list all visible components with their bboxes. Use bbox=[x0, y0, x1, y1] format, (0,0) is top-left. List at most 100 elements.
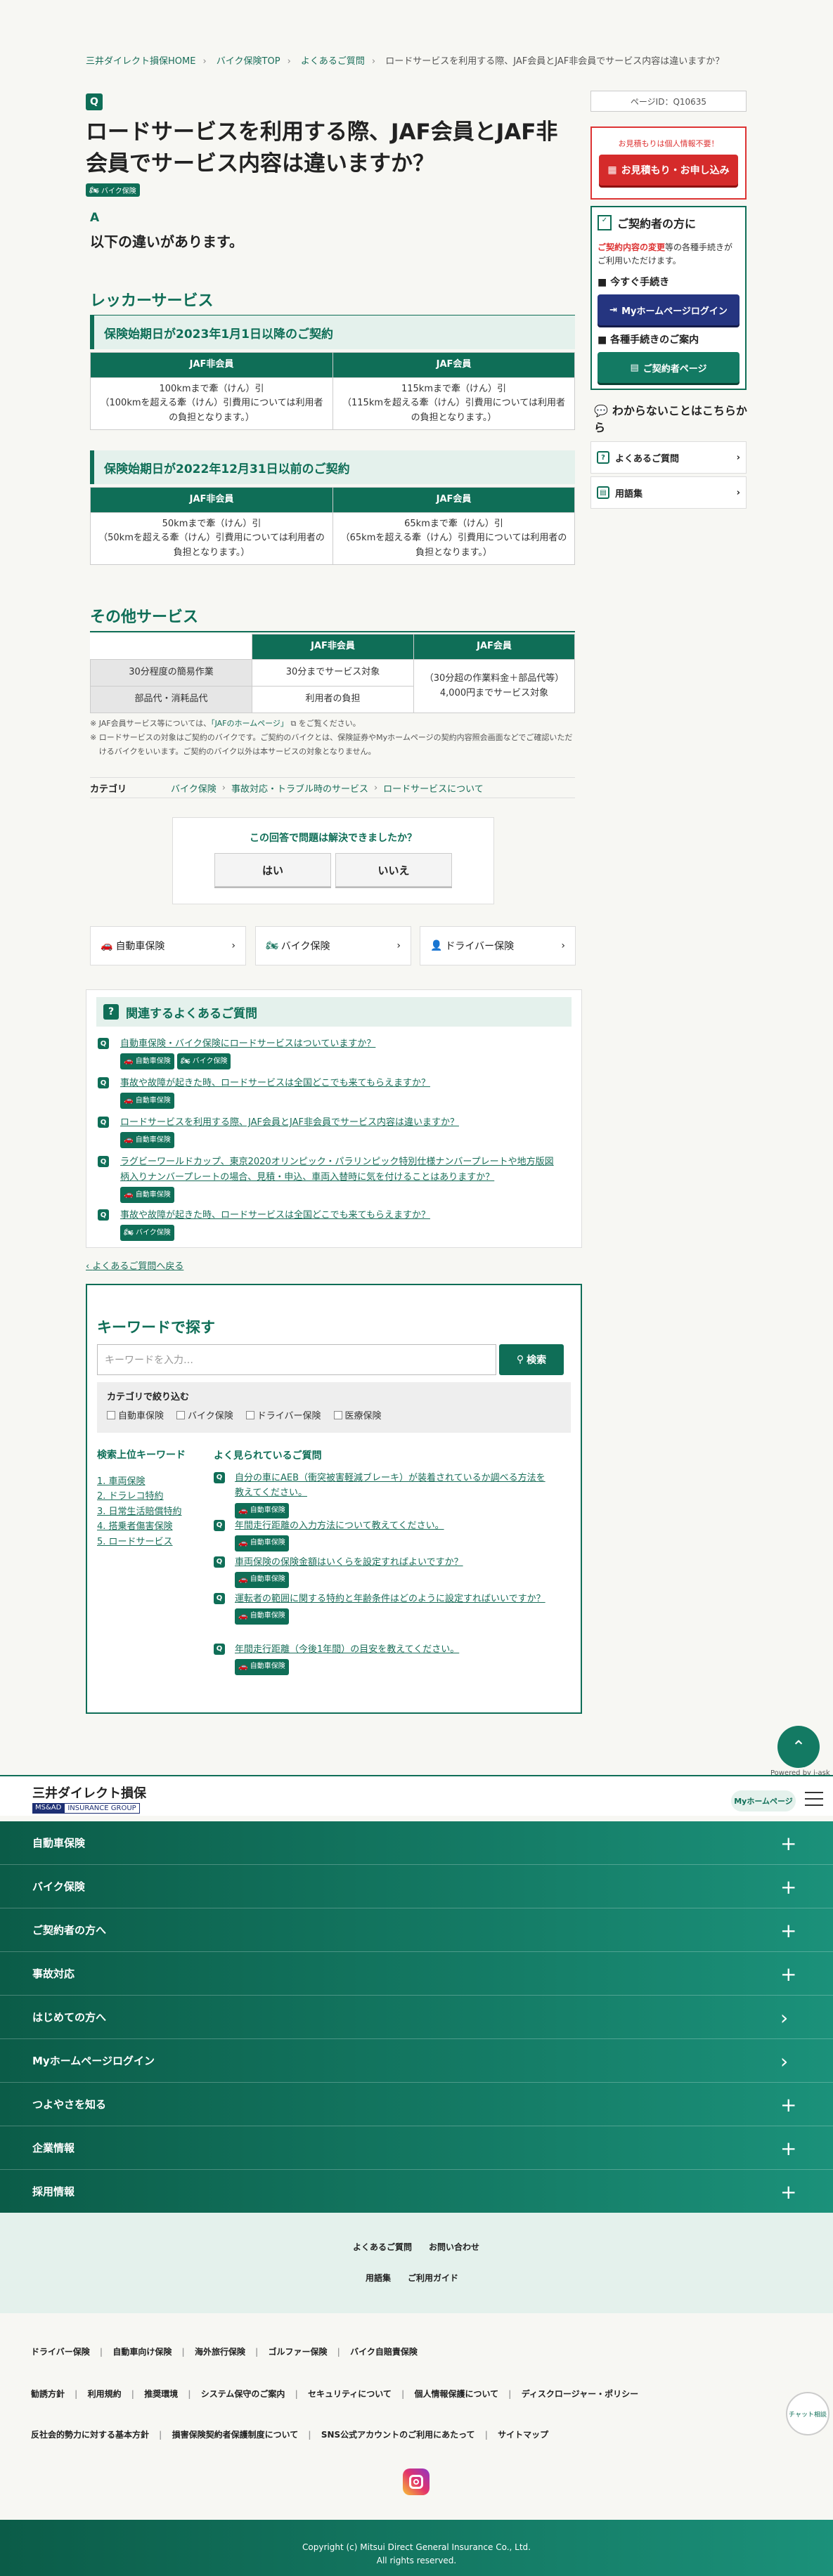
tag: 🚗 自動車保険 bbox=[120, 1053, 174, 1069]
jaf-link[interactable]: 「JAFのホームページ」 bbox=[211, 719, 288, 728]
product-link-bike[interactable]: 🏍 バイク保険 › bbox=[255, 926, 411, 965]
footer-link[interactable]: 海外旅行保険 bbox=[195, 2347, 245, 2357]
mypage-login-button[interactable]: ⇥ Myホームページログイン bbox=[598, 294, 740, 326]
filter-driver-checkbox[interactable]: ドライバー保険 bbox=[245, 1408, 321, 1422]
footer-link-mypage-login[interactable]: Myホームページログイン › bbox=[0, 2039, 833, 2083]
plus-icon: + bbox=[780, 1919, 797, 1942]
footer-accordion-customer[interactable]: ご契約者の方へ + bbox=[0, 1908, 833, 1952]
footer-link[interactable]: セキュリティについて bbox=[308, 2389, 392, 2399]
hamburger-menu-icon[interactable] bbox=[805, 1792, 823, 1811]
chevron-right-icon: › bbox=[561, 940, 565, 951]
footer-accordion-strength[interactable]: つよやさを知る + bbox=[0, 2083, 833, 2126]
footer-accordion-car[interactable]: 自動車保険 + bbox=[0, 1821, 833, 1865]
category-link[interactable]: バイク保険 bbox=[171, 781, 217, 795]
product-link-driver[interactable]: 👤 ドライバー保険 › bbox=[420, 926, 576, 965]
filter-bike-checkbox[interactable]: バイク保険 bbox=[176, 1408, 233, 1422]
search-input[interactable]: キーワードを入力… bbox=[97, 1344, 496, 1375]
footer-link[interactable]: システム保守のご案内 bbox=[201, 2389, 285, 2399]
footer-link[interactable]: バイク自賠責保険 bbox=[350, 2347, 418, 2357]
wrecker-table-2022: JAF非会員 JAF会員 50kmまで牽（けん）引 （50kmを超える牽（けん）引費… bbox=[90, 487, 575, 565]
customer-page-button[interactable]: ▤ ご契約者ページ bbox=[598, 352, 740, 384]
footer-link[interactable]: 自動車向け保険 bbox=[112, 2347, 172, 2357]
survey-question: この回答で問題は解決できましたか？ bbox=[250, 833, 417, 844]
company-logo[interactable]: 三井ダイレクト損保 MS&AD INSURANCE GROUP bbox=[32, 1783, 146, 1814]
related-link[interactable]: ラグビーワールドカップ、東京2020オリンピック・パラリンピック特別仕様ナンバー… bbox=[120, 1154, 562, 1185]
table-cell: （30分超の作業料金＋部品代等） 4,000円までサービス対象 bbox=[413, 659, 575, 713]
related-link[interactable]: 事故や故障が起きた時、ロードサービスは全国どこでも来てもらえますか？ bbox=[120, 1208, 430, 1223]
category-tag: 🏍 バイク保険 bbox=[86, 183, 140, 197]
popular-link[interactable]: 年間走行距離の入力方法について教えてください。 bbox=[235, 1518, 551, 1533]
yes-button[interactable]: はい bbox=[214, 853, 331, 887]
search-button[interactable]: ⚲ 検索 bbox=[499, 1344, 564, 1375]
no-button[interactable]: いいえ bbox=[335, 853, 452, 887]
footer-link[interactable]: SNS公式アカウントのご利用にあたって bbox=[321, 2430, 475, 2440]
footer-faq-link[interactable]: よくあるご質問 bbox=[353, 2242, 412, 2252]
footer-link[interactable]: 反社会的勢力に対する基本方針 bbox=[31, 2430, 149, 2440]
chat-icon: 💬 bbox=[594, 404, 608, 417]
estimate-apply-button[interactable]: ▦ お見積もり・お申し込み bbox=[599, 155, 738, 186]
related-link[interactable]: 自動車保険・バイク保険にロードサービスはついていますか？ bbox=[120, 1036, 375, 1052]
footer-accordion-bike[interactable]: バイク保険 + bbox=[0, 1865, 833, 1908]
ranking-link[interactable]: 1. 車両保険 bbox=[97, 1476, 146, 1487]
popular-link[interactable]: 運転者の範囲に関する特約と年齢条件はどのように設定すればいいですか？ bbox=[235, 1592, 551, 1606]
footer-link-first-time[interactable]: はじめての方へ › bbox=[0, 1996, 833, 2039]
footer-link[interactable]: サイトマップ bbox=[498, 2430, 548, 2440]
popular-item: Q 運転者の範囲に関する特約と年齢条件はどのように設定すればいいですか？ 🚗 自動車保… bbox=[214, 1592, 551, 1625]
keyword-heading: キーワードで探す bbox=[97, 1319, 215, 1336]
related-link[interactable]: ロードサービスを利用する際、JAF会員とJAF非会員でサービス内容は違いますか？ bbox=[120, 1115, 459, 1131]
ranking-link[interactable]: 4. 搭乗者傷害保険 bbox=[97, 1521, 173, 1532]
related-item: Q 事故や故障が起きた時、ロードサービスは全国どこでも来てもらえますか？ 🏍 バイク… bbox=[98, 1208, 430, 1241]
q-icon: Q bbox=[98, 1038, 109, 1049]
back-to-faq-link[interactable]: ‹ よくあるご質問へ戻る bbox=[86, 1258, 183, 1272]
footer-link[interactable]: 推奨環境 bbox=[144, 2389, 178, 2399]
category-link[interactable]: 事故対応・トラブル時のサービス bbox=[231, 781, 368, 795]
footer-link[interactable]: 勧誘方針 bbox=[31, 2389, 65, 2399]
ranking-link[interactable]: 5. ロードサービス bbox=[97, 1537, 173, 1547]
footer-link[interactable]: 個人情報保護について bbox=[415, 2389, 499, 2399]
footer-links-area: よくあるご質問 お問い合わせ 用語集 ご利用ガイド bbox=[0, 2213, 833, 2313]
related-item: Q ラグビーワールドカップ、東京2020オリンピック・パラリンピック特別仕様ナンバ… bbox=[98, 1154, 562, 1203]
footer-accordion-recruit[interactable]: 採用情報 + bbox=[0, 2170, 833, 2213]
filter-medical-checkbox[interactable]: 医療保険 bbox=[333, 1408, 382, 1422]
footer-contact-link[interactable]: お問い合わせ bbox=[429, 2242, 479, 2252]
footer-link[interactable]: 損害保険契約者保護制度について bbox=[172, 2430, 299, 2440]
popular-questions: よく見られているご質問 Q 自分の車にAEB（衝突被害軽減ブレーキ）が装着されてい… bbox=[214, 1448, 565, 1675]
footer-accordion-company[interactable]: 企業情報 + bbox=[0, 2126, 833, 2170]
category-link[interactable]: ロードサービスについて bbox=[383, 781, 484, 795]
footer-link[interactable]: ゴルファー保険 bbox=[269, 2347, 328, 2357]
footer-link[interactable]: ドライバー保険 bbox=[31, 2347, 90, 2357]
breadcrumb-home[interactable]: 三井ダイレクト損保HOME bbox=[86, 56, 195, 67]
person-icon: 👤 bbox=[430, 940, 443, 951]
ranking-link[interactable]: 2. ドラレコ特約 bbox=[97, 1491, 164, 1502]
filter-car-checkbox[interactable]: 自動車保険 bbox=[107, 1408, 164, 1422]
related-link[interactable]: 事故や故障が起きた時、ロードサービスは全国どこでも来てもらえますか？ bbox=[120, 1076, 430, 1091]
popular-link[interactable]: 車両保険の保険金額はいくらを設定すればよいですか？ bbox=[235, 1555, 551, 1570]
sidebar-glossary-link[interactable]: ▤ 用語集 › bbox=[590, 476, 747, 509]
footer-link[interactable]: ディスクロージャー・ポリシー bbox=[522, 2389, 638, 2399]
footer-link[interactable]: 利用規約 bbox=[88, 2389, 122, 2399]
sidebar-faq-link[interactable]: ? よくあるご質問 › bbox=[590, 441, 747, 474]
q-icon: Q bbox=[214, 1593, 225, 1604]
popular-item: Q 年間走行距離の入力方法について教えてください。 🚗 自動車保険 bbox=[214, 1518, 551, 1552]
popular-link[interactable]: 年間走行距離（今後1年間）の目安を教えてください。 bbox=[235, 1642, 551, 1657]
instagram-icon[interactable] bbox=[403, 2468, 430, 2495]
q-icon: Q bbox=[98, 1117, 109, 1128]
product-link-car[interactable]: 🚗 自動車保険 › bbox=[90, 926, 246, 965]
chevron-right-icon: › bbox=[736, 487, 740, 498]
breadcrumb-bike-top[interactable]: バイク保険TOP bbox=[217, 56, 280, 67]
mypage-button[interactable]: Myホームページ bbox=[731, 1790, 796, 1811]
footer-accordion-accident[interactable]: 事故対応 + bbox=[0, 1952, 833, 1996]
chat-assistant-avatar[interactable]: チャット相談 bbox=[786, 2392, 829, 2435]
col-nonmember: JAF非会員 bbox=[90, 487, 333, 513]
footer-glossary-link[interactable]: 用語集 bbox=[366, 2273, 391, 2283]
tag: 🚗 自動車保険 bbox=[120, 1132, 174, 1148]
other-service-table: JAF非会員 JAF会員 30分程度の簡易作業 30分までサービス対象 （30分超の… bbox=[90, 634, 575, 713]
answer-text: 以下の違いがあります。 bbox=[90, 233, 243, 250]
popular-link[interactable]: 自分の車にAEB（衝突被害軽減ブレーキ）が装着されているか調べる方法を教えてくだ… bbox=[235, 1471, 551, 1501]
login-icon: ⇥ bbox=[609, 304, 618, 316]
scroll-to-top-button[interactable]: ⌃ bbox=[777, 1726, 820, 1768]
ranking-link[interactable]: 3. 日常生活賠償特約 bbox=[97, 1507, 182, 1517]
footer-guide-link[interactable]: ご利用ガイド bbox=[408, 2273, 458, 2283]
breadcrumb-faq[interactable]: よくあるご質問 bbox=[301, 56, 365, 67]
help-title: 💬 わからないことはこちらから bbox=[594, 404, 747, 434]
